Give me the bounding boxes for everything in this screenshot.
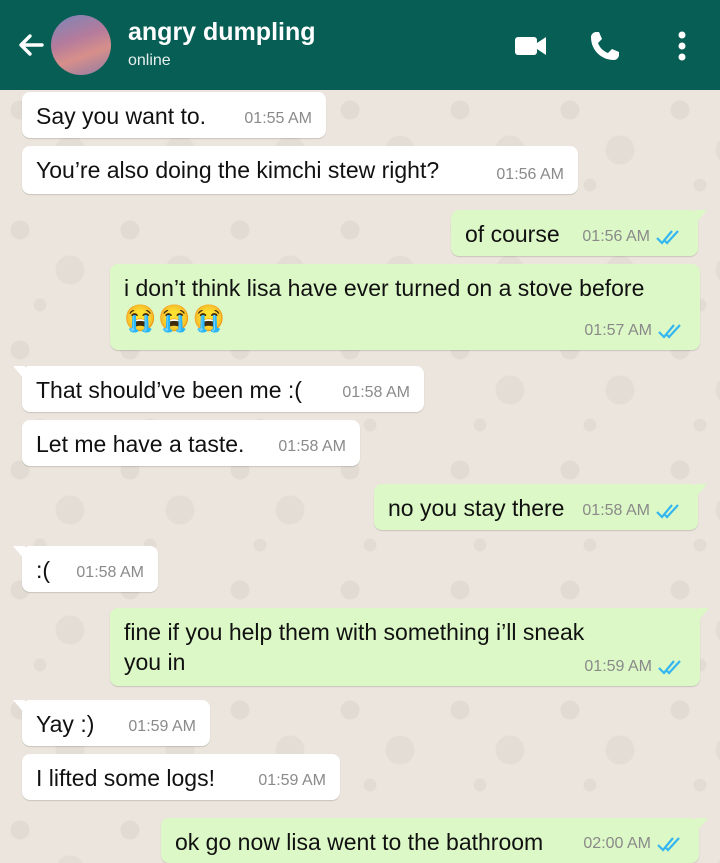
crying-emoji-icons: 😭😭😭 <box>124 303 228 333</box>
message-text: Let me have a taste. <box>36 431 245 457</box>
message-outgoing[interactable]: ok go now lisa went to the bathroom 02:0… <box>161 818 708 863</box>
message-incoming[interactable]: Yay :) 01:59 AM <box>13 700 210 746</box>
message-text: i don’t think lisa have ever turned on a… <box>124 275 645 301</box>
message-time: 01:58 AM <box>582 502 650 519</box>
message-incoming[interactable]: That should’ve been me :( 01:58 AM <box>13 366 424 412</box>
read-receipt-icon <box>656 504 679 519</box>
message-time: 01:56 AM <box>496 166 564 183</box>
message-incoming[interactable]: You’re also doing the kimchi stew right?… <box>22 146 578 194</box>
message-text: Yay :) <box>36 711 95 737</box>
chat-header: angry dumpling online <box>0 0 720 90</box>
contact-name[interactable]: angry dumpling <box>128 18 316 47</box>
bubble-tail <box>697 608 709 622</box>
message-incoming[interactable]: Say you want to. 01:55 AM <box>22 92 326 138</box>
more-options-icon[interactable] <box>662 26 702 66</box>
message-time: 01:59 AM <box>258 772 326 789</box>
message-text: Say you want to. <box>36 103 207 129</box>
message-outgoing[interactable]: no you stay there 01:58 AM <box>374 484 707 530</box>
message-text: ok go now lisa went to the bathroom <box>175 829 544 855</box>
bubble-tail <box>13 546 25 560</box>
message-outgoing[interactable]: i don’t think lisa have ever turned on a… <box>110 264 700 350</box>
message-incoming[interactable]: Let me have a taste. 01:58 AM <box>22 420 360 466</box>
message-time: 01:58 AM <box>342 384 410 401</box>
message-outgoing[interactable]: fine if you help them with something i’l… <box>110 608 709 686</box>
read-receipt-icon <box>658 324 681 339</box>
contact-status: online <box>128 52 171 69</box>
message-time: 01:58 AM <box>76 564 144 581</box>
message-incoming[interactable]: I lifted some logs! 01:59 AM <box>22 754 340 800</box>
message-text: :( <box>36 557 51 583</box>
message-time: 01:58 AM <box>278 438 346 455</box>
bubble-tail <box>695 210 707 224</box>
bubble-tail <box>696 818 708 832</box>
bubble-tail <box>695 484 707 498</box>
read-receipt-icon <box>656 230 679 245</box>
voice-call-icon[interactable] <box>585 26 625 66</box>
back-arrow-icon[interactable] <box>12 25 52 65</box>
message-time: 01:55 AM <box>244 110 312 127</box>
message-text: You’re also doing the kimchi stew right? <box>36 157 440 183</box>
message-incoming[interactable]: :( 01:58 AM <box>13 546 158 592</box>
message-time: 02:00 AM <box>583 835 651 852</box>
message-time: 01:56 AM <box>582 228 650 245</box>
message-text: That should’ve been me :( <box>36 377 302 403</box>
message-time: 01:59 AM <box>584 658 652 675</box>
bubble-tail <box>13 700 25 714</box>
message-time: 01:57 AM <box>584 322 652 339</box>
message-text: fine if you help them with something i’l… <box>124 619 585 645</box>
message-outgoing[interactable]: of course 01:56 AM <box>451 210 707 256</box>
message-text: I lifted some logs! <box>36 765 215 791</box>
bubble-tail <box>13 366 25 380</box>
message-text: you in <box>124 649 186 675</box>
chat-wallpaper <box>0 90 720 863</box>
message-text: no you stay there <box>388 495 565 521</box>
contact-avatar[interactable] <box>51 15 111 75</box>
message-text: of course <box>465 221 560 247</box>
message-time: 01:59 AM <box>128 718 196 735</box>
video-call-icon[interactable] <box>510 26 550 66</box>
read-receipt-icon <box>657 837 680 852</box>
read-receipt-icon <box>658 660 681 675</box>
